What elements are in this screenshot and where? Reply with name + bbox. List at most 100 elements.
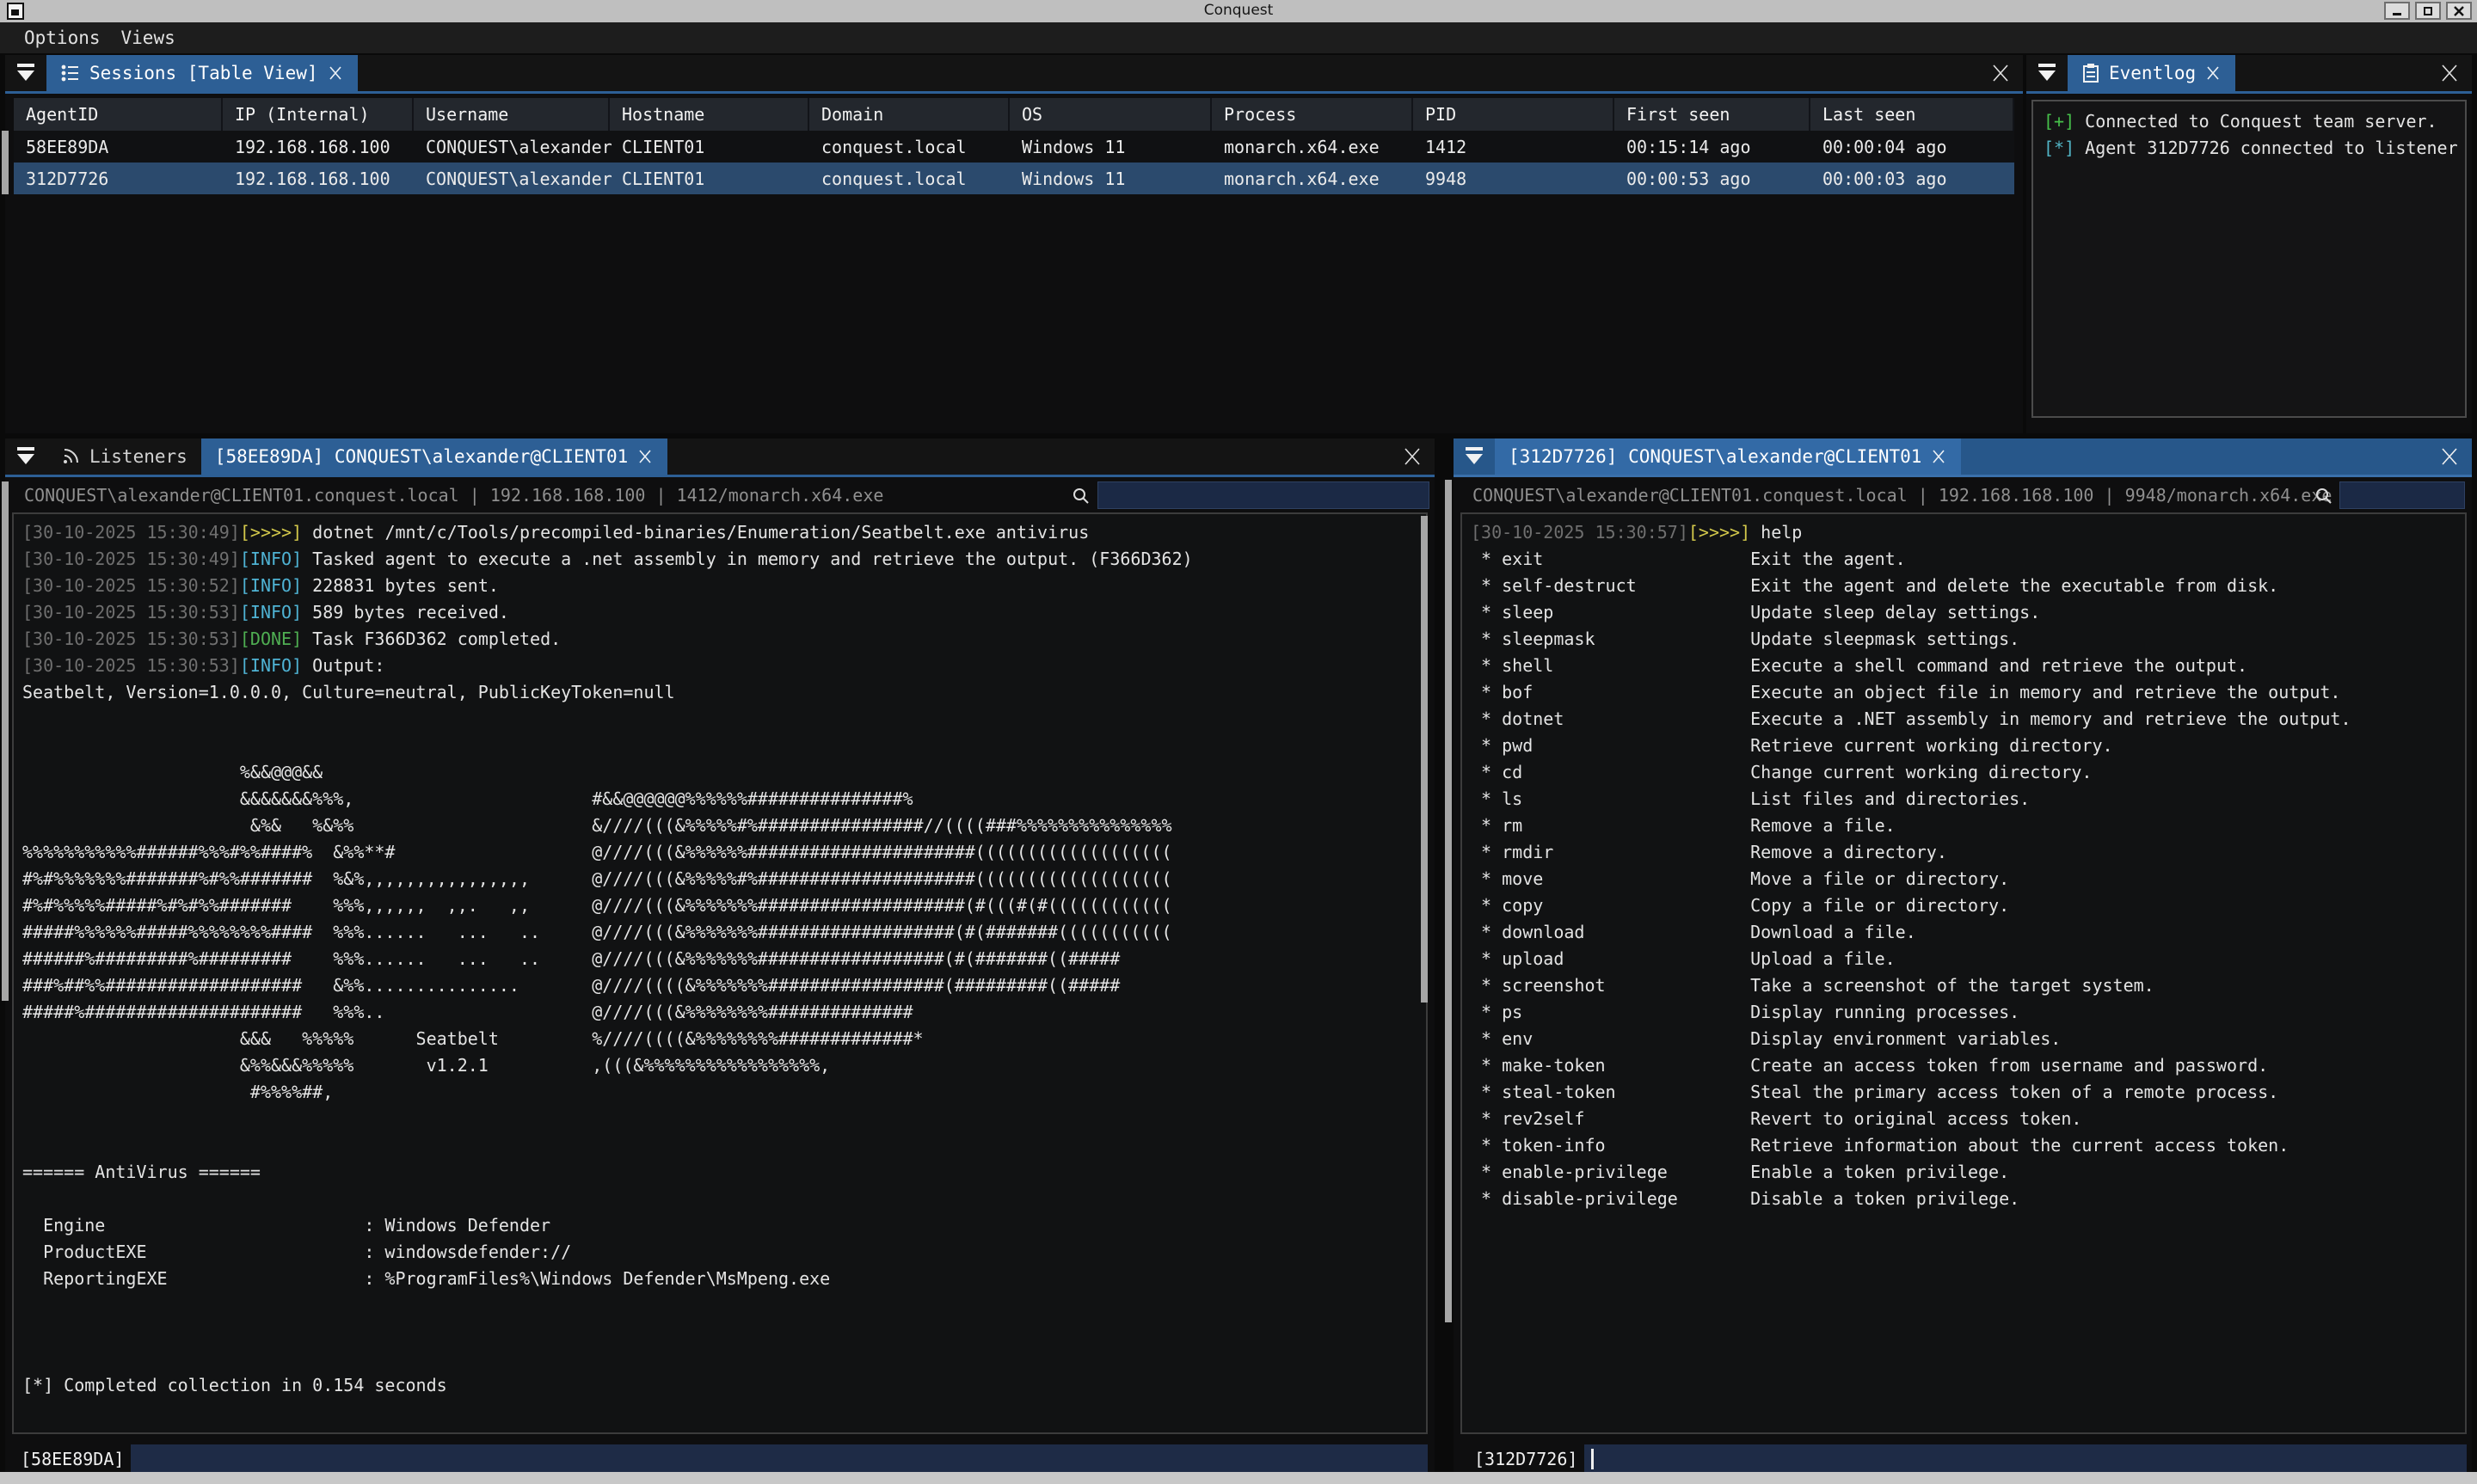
terminal-segment-plain: ######%#########%######### %%%...... ...… (22, 948, 1120, 969)
agent-right-output[interactable]: [30-10-2025 15:30:57][>>>>] help * exit … (1460, 512, 2467, 1434)
agent-left-pane-close-button[interactable] (1390, 438, 1435, 475)
tab-close-icon[interactable] (636, 448, 654, 465)
terminal-line: [30-10-2025 15:30:49][>>>>] dotnet /mnt/… (22, 519, 1417, 546)
tab-agent-58EE89DA[interactable]: [58EE89DA] CONQUEST\alexander@CLIENT01 (201, 438, 667, 475)
tab-agent-label: [312D7726] CONQUEST\alexander@CLIENT01 (1509, 446, 1921, 467)
terminal-segment-plain: * sleepmask Update sleepmask settings. (1471, 629, 2019, 649)
table-cell: 1412 (1413, 131, 1614, 163)
column-header[interactable]: PID (1413, 98, 1614, 131)
terminal-line: * pwd Retrieve current working directory… (1471, 733, 2456, 759)
terminal-line (22, 1319, 1417, 1346)
terminal-line: * exit Exit the agent. (1471, 546, 2456, 573)
window-bottom-edge[interactable] (0, 1472, 2477, 1484)
terminal-line: [*] Completed collection in 0.154 second… (22, 1372, 1417, 1399)
table-cell: 312D7726 (14, 163, 223, 194)
table-cell: CLIENT01 (610, 163, 809, 194)
close-icon (1990, 63, 2011, 83)
minimize-button[interactable] (2384, 2, 2410, 20)
broadcast-icon (60, 446, 81, 467)
sessions-scrollbar-thumb[interactable] (2, 131, 9, 194)
terminal-line: #####%##################### %%%.. @////(… (22, 999, 1417, 1026)
tabs-dropdown-button[interactable] (5, 438, 46, 475)
column-header[interactable]: Username (414, 98, 610, 131)
table-cell: conquest.local (809, 131, 1010, 163)
terminal-segment-plain: %&&@@@&& (22, 762, 323, 782)
table-row[interactable]: 312D7726192.168.168.100CONQUEST\alexande… (14, 163, 2014, 194)
agent-left-output-scrollbar-thumb[interactable] (1421, 516, 1428, 1003)
table-row[interactable]: 58EE89DA192.168.168.100CONQUEST\alexande… (14, 131, 2014, 163)
tab-close-icon[interactable] (2204, 64, 2222, 82)
sessions-pane: Sessions [Table View] AgentIDIP (Interna… (5, 55, 2023, 433)
terminal-segment-plain: * upload Upload a file. (1471, 948, 1896, 969)
sessions-table-header: AgentIDIP (Internal)UsernameHostnameDoma… (14, 98, 2014, 131)
terminal-segment-plain: 228831 bytes sent. (302, 575, 499, 596)
terminal-line: #%#%%%%%%%#######%#%%####### %&%,,,,,,,,… (22, 866, 1417, 892)
agent-right-command-input[interactable] (1584, 1444, 2467, 1474)
column-header[interactable]: Hostname (610, 98, 809, 131)
column-header[interactable]: Domain (809, 98, 1010, 131)
agent-left-output[interactable]: [30-10-2025 15:30:49][>>>>] dotnet /mnt/… (12, 512, 1428, 1434)
terminal-segment-plain: * download Download a file. (1471, 922, 1916, 942)
terminal-line (22, 1346, 1417, 1372)
tab-agent-312D7726[interactable]: [312D7726] CONQUEST\alexander@CLIENT01 (1495, 438, 1961, 475)
terminal-segment-plain: #%#%%%%%#####%#%#%%####### %%%,,,,,, ,,.… (22, 895, 1172, 916)
maximize-button[interactable] (2415, 2, 2441, 20)
tab-sessions[interactable]: Sessions [Table View] (46, 55, 358, 91)
column-header[interactable]: IP (Internal) (223, 98, 414, 131)
terminal-segment-ok: [+] (2044, 111, 2074, 132)
agent-right-pane-scrollbar-thumb[interactable] (1445, 480, 1452, 1322)
column-header[interactable]: OS (1010, 98, 1212, 131)
column-header[interactable]: AgentID (14, 98, 223, 131)
table-cell: conquest.local (809, 163, 1010, 194)
terminal-segment-plain: &&&&&&&%%%, #&&@@@@@@%%%%%%#############… (22, 788, 913, 809)
agent-right-pane-close-button[interactable] (2427, 438, 2472, 475)
table-cell: monarch.x64.exe (1212, 131, 1413, 163)
titlebar[interactable]: Conquest (0, 0, 2477, 22)
tab-close-icon[interactable] (1930, 448, 1947, 465)
table-cell: 00:15:14 ago (1614, 131, 1810, 163)
terminal-segment-plain: &%& %&%% &////(((&%%%%%#%###############… (22, 815, 1172, 836)
agent-right-search-input[interactable] (2339, 481, 2465, 509)
sessions-pane-close-button[interactable] (1978, 55, 2023, 91)
eventlog-output[interactable]: [+] Connected to Conquest team server.[*… (2031, 100, 2467, 418)
terminal-line (22, 1132, 1417, 1159)
tabs-dropdown-button[interactable] (2026, 55, 2068, 91)
agent-left-command-input[interactable] (131, 1444, 1428, 1474)
terminal-segment-ts: [30-10-2025 15:30:53] (22, 602, 240, 622)
tab-listeners[interactable]: Listeners (46, 438, 201, 475)
tab-eventlog-label: Eventlog (2109, 63, 2196, 83)
tab-eventlog[interactable]: Eventlog (2068, 55, 2235, 91)
clipboard-icon (2081, 63, 2100, 83)
terminal-line (22, 706, 1417, 733)
terminal-segment-plain: Connected to Conquest team server. (2074, 111, 2437, 132)
tabs-dropdown-button[interactable] (5, 55, 46, 91)
terminal-line: * download Download a file. (1471, 919, 2456, 946)
tab-sessions-label: Sessions [Table View] (89, 63, 318, 83)
terminal-segment-plain: * token-info Retrieve information about … (1471, 1135, 2289, 1156)
terminal-segment-done: [DONE] (240, 629, 302, 649)
terminal-segment-cmd: [>>>>] (240, 522, 302, 543)
table-cell: 00:00:03 ago (1810, 163, 2014, 194)
menu-options[interactable]: Options (24, 28, 101, 48)
agent-left-pane-scrollbar-thumb[interactable] (2, 481, 9, 1001)
sessions-table: AgentIDIP (Internal)UsernameHostnameDoma… (14, 98, 2014, 194)
agent-right-inputbar: [312D7726] (1474, 1444, 2467, 1474)
terminal-segment-info: [INFO] (240, 575, 302, 596)
terminal-line (22, 1106, 1417, 1132)
terminal-line: * rmdir Remove a directory. (1471, 839, 2456, 866)
agent-left-tabbar: Listeners [58EE89DA] CONQUEST\alexander@… (5, 438, 1435, 475)
eventlog-pane-close-button[interactable] (2427, 55, 2472, 91)
column-header[interactable]: Process (1212, 98, 1413, 131)
agent-right-prompt: [312D7726] (1474, 1449, 1577, 1469)
terminal-line: &&&&&&&%%%, #&&@@@@@@%%%%%%#############… (22, 786, 1417, 813)
column-header[interactable]: First seen (1614, 98, 1810, 131)
menu-views[interactable]: Views (121, 28, 175, 48)
tab-close-icon[interactable] (327, 64, 344, 82)
tabs-dropdown-button[interactable] (1454, 438, 1495, 475)
conquest-window: Conquest Options Views Sessions [ (0, 0, 2477, 1484)
close-button[interactable] (2446, 2, 2472, 20)
terminal-segment-cmd: [>>>>] (1688, 522, 1750, 543)
terminal-line: Seatbelt, Version=1.0.0.0, Culture=neutr… (22, 679, 1417, 706)
agent-left-search-input[interactable] (1097, 481, 1429, 509)
column-header[interactable]: Last seen (1810, 98, 2014, 131)
